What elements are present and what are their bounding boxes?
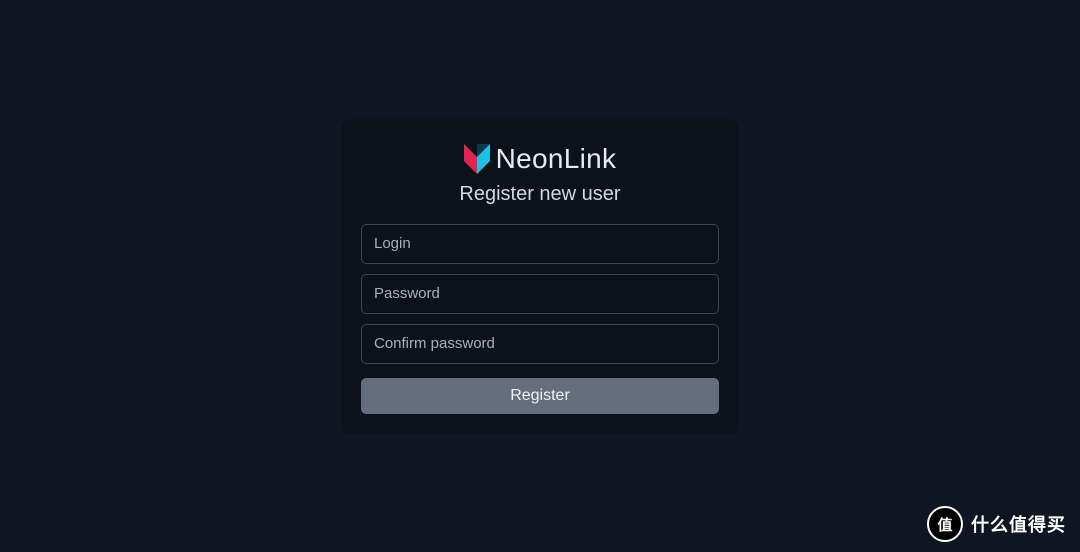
password-input[interactable] [361, 274, 719, 314]
smzdm-text: 什么值得买 [971, 511, 1066, 537]
register-button[interactable]: Register [361, 378, 719, 414]
register-form: Register [361, 224, 719, 414]
login-input[interactable] [361, 224, 719, 264]
brand-name: NeonLink [496, 143, 617, 175]
form-title: Register new user [459, 183, 620, 206]
neonlink-logo-icon [464, 144, 490, 174]
smzdm-badge-icon: 值 [927, 506, 963, 542]
register-card: NeonLink Register new user Register [341, 119, 739, 434]
confirm-password-input[interactable] [361, 324, 719, 364]
brand-logo-row: NeonLink [464, 143, 617, 175]
smzdm-watermark: 值 什么值得买 [927, 506, 1066, 542]
